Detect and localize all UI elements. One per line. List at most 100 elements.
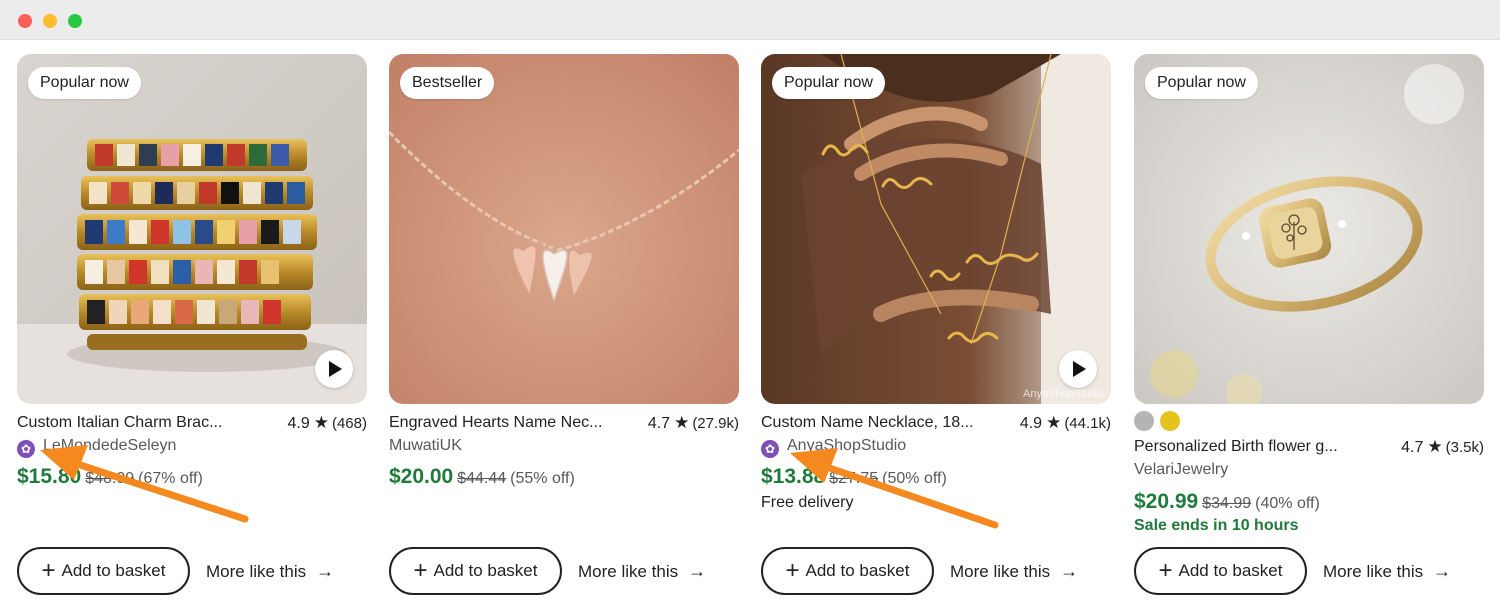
arrow-right-icon: → [316, 561, 335, 581]
silver-swatch[interactable] [1134, 411, 1154, 431]
original-price: $48.09 [85, 470, 135, 487]
add-to-basket-label: Add to basket [433, 561, 538, 580]
sale-price: $13.88 [761, 465, 826, 488]
star-icon: ★ [1046, 413, 1062, 432]
popular-now-badge: Popular now [1145, 67, 1258, 99]
more-like-this-label: More like this [578, 562, 679, 581]
title-row: Custom Italian Charm Brac... 4.9 ★ (468) [17, 412, 367, 434]
product-card[interactable]: Popular now Custom Italian Charm Brac...… [17, 54, 367, 599]
title-row: Custom Name Necklace, 18... 4.9 ★ (44.1k) [761, 412, 1111, 434]
price-row: $20.00 $44.44 (55% off) [389, 464, 575, 490]
shop-name-row: VelariJewelry [1134, 459, 1228, 481]
star-seller-icon: ✿ [761, 440, 779, 458]
plus-icon: + [41, 557, 56, 584]
add-to-basket-label: Add to basket [1178, 561, 1283, 580]
add-to-basket-button[interactable]: + Add to basket [761, 547, 934, 595]
more-like-this-link[interactable]: More like this → [1323, 559, 1451, 583]
popular-now-badge: Popular now [772, 67, 885, 99]
sale-ends-text: Sale ends in 10 hours [1134, 517, 1299, 534]
sale-price: $15.80 [17, 465, 82, 488]
product-image-name-necklace[interactable]: AnyaShopStudio Popular now [761, 54, 1111, 404]
plus-icon: + [413, 557, 428, 584]
star-icon: ★ [313, 413, 329, 432]
gold-swatch[interactable] [1160, 411, 1180, 431]
price-row: $13.88 $27.75 (50% off) [761, 464, 947, 490]
add-to-basket-label: Add to basket [805, 561, 910, 580]
play-icon[interactable] [1059, 350, 1097, 388]
product-title[interactable]: Engraved Hearts Name Nec... [389, 412, 629, 434]
price-row: $15.80 $48.09 (67% off) [17, 464, 203, 490]
minimize-window-button[interactable] [43, 14, 57, 28]
charm-bracelet-photo [17, 54, 367, 404]
product-image-charm-bracelet[interactable]: Popular now [17, 54, 367, 404]
more-like-this-link[interactable]: More like this → [578, 559, 706, 583]
add-to-basket-button[interactable]: + Add to basket [389, 547, 562, 595]
shop-name[interactable]: VelariJewelry [1134, 461, 1228, 478]
rating: 4.9 ★ (468) [287, 412, 367, 435]
arrow-right-icon: → [1060, 561, 1079, 581]
hearts-necklace-photo [389, 54, 739, 404]
product-title[interactable]: Personalized Birth flower g... [1134, 436, 1374, 458]
review-count: (3.5k) [1445, 439, 1484, 456]
birth-flower-ring-photo [1134, 54, 1484, 404]
shop-name-row: ✿ AnyaShopStudio [761, 435, 906, 458]
discount: (55% off) [510, 470, 575, 487]
price-row: $20.99 $34.99 (40% off) [1134, 489, 1320, 515]
review-count: (27.9k) [692, 415, 739, 432]
play-icon[interactable] [315, 350, 353, 388]
bestseller-badge: Bestseller [400, 67, 495, 99]
product-title[interactable]: Custom Italian Charm Brac... [17, 412, 257, 434]
name-necklace-photo: AnyaShopStudio [761, 54, 1111, 404]
star-icon: ★ [674, 413, 690, 432]
color-swatches [1134, 411, 1186, 433]
sale-price: $20.99 [1134, 490, 1199, 513]
window-titlebar [0, 0, 1500, 40]
product-title[interactable]: Custom Name Necklace, 18... [761, 412, 1001, 434]
original-price: $27.75 [829, 470, 879, 487]
rating-value: 4.9 [1019, 415, 1043, 432]
review-count: (468) [331, 415, 367, 432]
more-like-this-link[interactable]: More like this → [950, 559, 1078, 583]
shop-name-row: MuwatiUK [389, 435, 462, 457]
more-like-this-label: More like this [950, 562, 1051, 581]
review-count: (44.1k) [1064, 415, 1111, 432]
arrow-right-icon: → [1433, 561, 1452, 581]
rating: 4.7 ★ (27.9k) [648, 412, 739, 435]
rating-value: 4.7 [647, 415, 671, 432]
popular-now-badge: Popular now [28, 67, 141, 99]
star-icon: ★ [1427, 437, 1443, 456]
sale-price: $20.00 [389, 465, 454, 488]
close-window-button[interactable] [18, 14, 32, 28]
shop-name[interactable]: MuwatiUK [389, 437, 462, 454]
plus-icon: + [1158, 557, 1173, 584]
discount: (50% off) [882, 470, 947, 487]
rating: 4.7 ★ (3.5k) [1401, 436, 1484, 459]
product-card[interactable]: Popular now Personalized Birth flower g.… [1134, 54, 1484, 599]
watermark-text: AnyaShopStudio [1023, 388, 1105, 400]
shop-name[interactable]: AnyaShopStudio [787, 437, 906, 454]
title-row: Engraved Hearts Name Nec... 4.7 ★ (27.9k) [389, 412, 739, 434]
title-row: Personalized Birth flower g... 4.7 ★ (3.5k… [1134, 436, 1484, 458]
star-seller-icon: ✿ [17, 440, 35, 458]
plus-icon: + [785, 557, 800, 584]
product-image-birth-flower-ring[interactable]: Popular now [1134, 54, 1484, 404]
more-like-this-label: More like this [1323, 562, 1424, 581]
original-price: $34.99 [1202, 495, 1252, 512]
more-like-this-label: More like this [206, 562, 307, 581]
discount: (40% off) [1255, 495, 1320, 512]
arrow-right-icon: → [688, 561, 707, 581]
product-image-hearts-necklace[interactable]: Bestseller [389, 54, 739, 404]
add-to-basket-label: Add to basket [61, 561, 166, 580]
add-to-basket-button[interactable]: + Add to basket [1134, 547, 1307, 595]
shop-name[interactable]: LeMondedeSeleyn [43, 437, 176, 454]
rating-value: 4.9 [287, 415, 310, 432]
original-price: $44.44 [457, 470, 507, 487]
shop-name-row: ✿ LeMondedeSeleyn [17, 435, 176, 458]
more-like-this-link[interactable]: More like this → [206, 559, 334, 583]
product-card[interactable]: AnyaShopStudio Popular now Custom Name N… [761, 54, 1111, 599]
rating-value: 4.7 [1401, 439, 1424, 456]
add-to-basket-button[interactable]: + Add to basket [17, 547, 190, 595]
free-delivery-text: Free delivery [761, 494, 854, 511]
maximize-window-button[interactable] [68, 14, 82, 28]
product-card[interactable]: Bestseller Engraved Hearts Name Nec... 4… [389, 54, 739, 599]
